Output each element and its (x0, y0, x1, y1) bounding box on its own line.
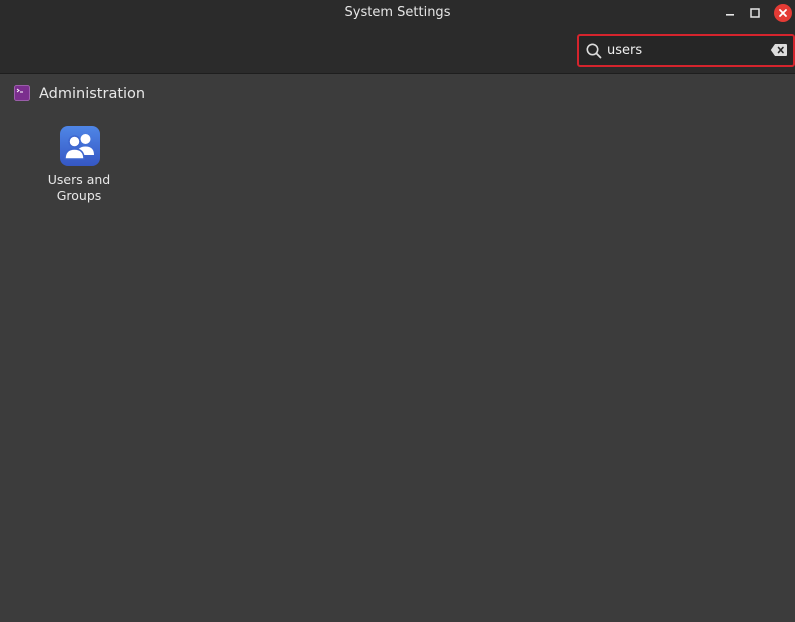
search-icon (586, 43, 602, 59)
terminal-icon (14, 85, 30, 101)
close-icon (774, 4, 792, 22)
window-title: System Settings (344, 5, 451, 20)
minimize-icon (726, 14, 734, 16)
users-and-groups-tile[interactable]: Users and Groups (38, 118, 120, 210)
tile-label: Users and Groups (47, 172, 111, 203)
maximize-button[interactable] (744, 2, 766, 24)
clear-icon[interactable] (770, 43, 788, 57)
maximize-icon (750, 8, 760, 18)
section-title: Administration (39, 86, 146, 102)
search-field[interactable] (577, 34, 795, 67)
close-button[interactable] (772, 2, 794, 24)
system-settings-window: System Settings users Administration Use… (0, 0, 795, 622)
header-bar: System Settings (0, 0, 795, 74)
users-groups-icon (60, 126, 100, 166)
search-input[interactable] (607, 39, 765, 62)
minimize-button[interactable] (719, 2, 741, 24)
